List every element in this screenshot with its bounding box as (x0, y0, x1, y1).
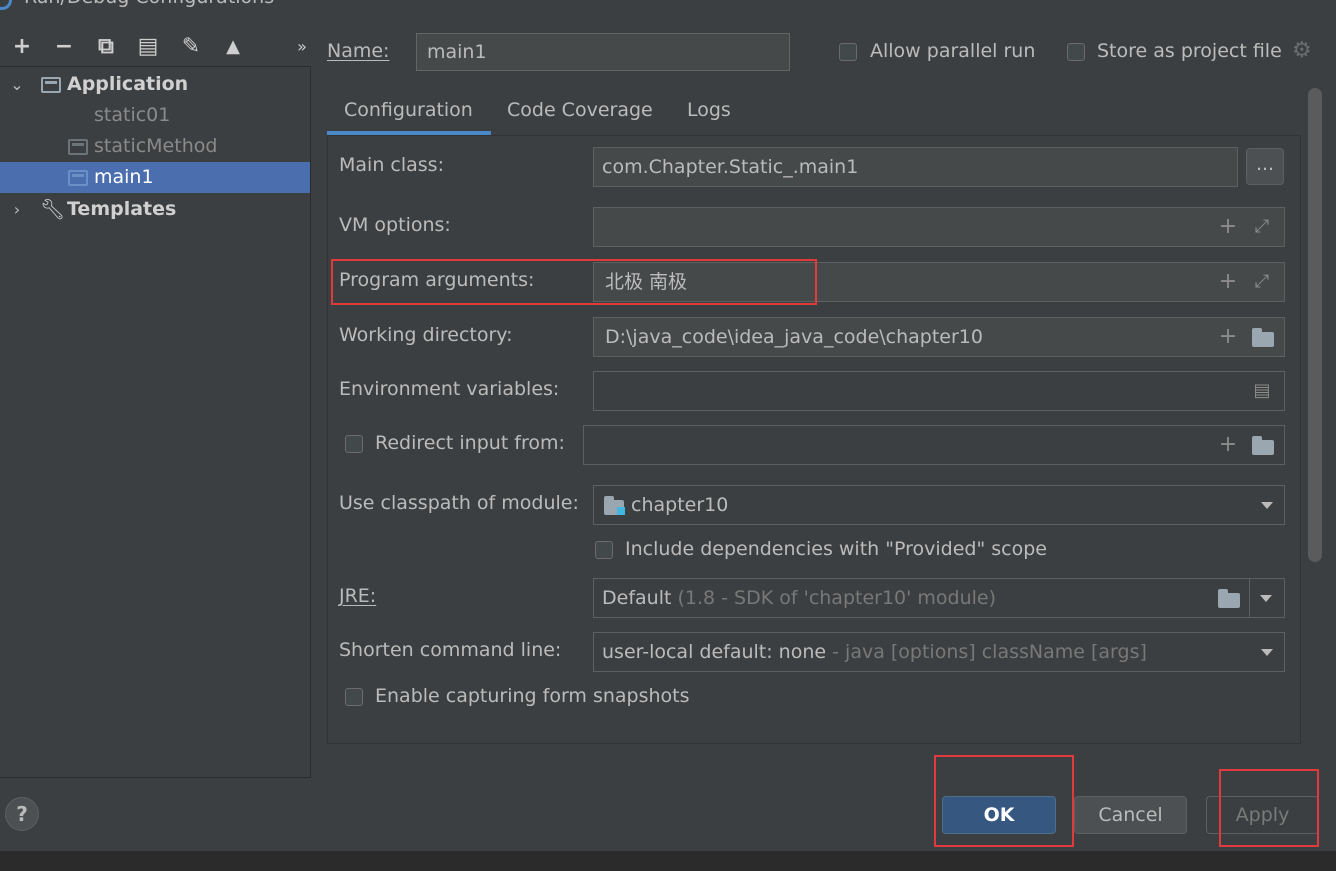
plus-icon[interactable]: + (1216, 263, 1240, 301)
chevron-down-icon[interactable]: ⌄ (10, 69, 24, 100)
remove-icon[interactable]: − (52, 34, 76, 60)
tab-logs[interactable]: Logs (687, 97, 731, 135)
gear-icon[interactable]: ⚙ (1292, 38, 1312, 63)
capture-snapshots-checkbox[interactable] (345, 688, 363, 706)
application-icon (41, 77, 61, 93)
plus-icon[interactable]: + (1216, 208, 1240, 246)
environment-variables-input[interactable]: ▤ (593, 371, 1285, 411)
vm-options-label: VM options: (339, 214, 451, 236)
tab-code-coverage[interactable]: Code Coverage (507, 97, 653, 135)
tree-item-static01[interactable]: static01 (0, 100, 310, 131)
tree-label: staticMethod (94, 135, 218, 157)
allow-parallel-label: Allow parallel run (870, 40, 1036, 62)
move-up-icon[interactable]: ▲ (221, 34, 245, 60)
highlight-ok-button (934, 755, 1074, 847)
tree-item-staticmethod[interactable]: staticMethod (0, 131, 310, 162)
more-icon[interactable]: » (290, 34, 314, 60)
shorten-command-select[interactable]: user-local default: none - java [options… (593, 632, 1285, 672)
copy-icon[interactable]: ⧉ (94, 34, 118, 60)
tree-item-templates[interactable]: › 🔧︎ Templates (0, 194, 310, 225)
chevron-down-icon (1261, 649, 1273, 656)
plus-icon[interactable]: + (1216, 318, 1240, 356)
app-logo-icon (0, 0, 12, 10)
jre-dropdown-button[interactable] (1249, 578, 1285, 618)
tab-configuration[interactable]: Configuration (344, 97, 473, 135)
include-dependencies-checkbox[interactable] (595, 541, 613, 559)
working-directory-label: Working directory: (339, 324, 513, 346)
working-directory-input[interactable]: D:\java_code\idea_java_code\chapter10 + (593, 317, 1285, 357)
jre-hint: (1.8 - SDK of 'chapter10' module) (677, 587, 997, 609)
wrench-icon: 🔧︎ (40, 197, 66, 221)
main-class-input[interactable]: com.Chapter.Static_.main1 (593, 147, 1238, 187)
chevron-down-icon (1260, 595, 1272, 602)
capture-snapshots-label: Enable capturing form snapshots (375, 685, 690, 707)
tree-label-templates: Templates (67, 198, 177, 220)
folder-icon[interactable] (1252, 328, 1274, 347)
classpath-module-value: chapter10 (631, 494, 729, 516)
folder-icon[interactable] (1218, 589, 1240, 608)
cancel-button[interactable]: Cancel (1074, 796, 1187, 834)
add-icon[interactable]: + (10, 34, 34, 60)
highlight-program-arguments (331, 259, 817, 305)
scrollbar[interactable] (1308, 88, 1322, 562)
redirect-input-label: Redirect input from: (375, 432, 565, 454)
name-label: Name: (327, 40, 390, 62)
environment-variables-label: Environment variables: (339, 378, 560, 400)
shorten-command-value: user-local default: none (602, 641, 827, 663)
highlight-apply-button (1219, 769, 1319, 847)
tree-label: static01 (94, 104, 171, 126)
tree-label-application: Application (67, 73, 189, 95)
expand-icon[interactable]: ⤢ (1250, 208, 1274, 246)
store-project-label: Store as project file (1097, 40, 1282, 62)
redirect-input-checkbox[interactable] (345, 435, 363, 453)
classpath-module-select[interactable]: chapter10 (593, 485, 1285, 525)
name-input[interactable]: main1 (416, 33, 790, 71)
store-project-checkbox[interactable] (1067, 43, 1085, 61)
document-icon[interactable]: ▤ (1250, 372, 1274, 410)
classpath-module-label: Use classpath of module: (339, 492, 579, 514)
title-bar: Run/Debug Configurations (0, 0, 1336, 10)
help-button[interactable]: ? (5, 797, 39, 831)
plus-icon[interactable]: + (1216, 426, 1240, 464)
browse-main-class-button[interactable]: ... (1246, 148, 1284, 185)
shorten-command-hint: - java [options] className [args] (832, 641, 1147, 663)
expand-icon[interactable]: ⤢ (1250, 263, 1274, 301)
jre-label: JRE: (339, 585, 377, 607)
chevron-down-icon[interactable] (1261, 502, 1273, 509)
redirect-input-field[interactable]: + (583, 425, 1285, 465)
allow-parallel-checkbox[interactable] (839, 43, 857, 61)
application-icon (68, 139, 88, 155)
module-badge-icon (617, 507, 625, 515)
jre-input[interactable]: Default (1.8 - SDK of 'chapter10' module… (593, 578, 1250, 618)
tree-item-main1[interactable]: main1 (0, 162, 310, 193)
application-icon (68, 170, 88, 186)
include-dependencies-label: Include dependencies with "Provided" sco… (625, 538, 1047, 560)
folder-icon[interactable] (1252, 436, 1274, 455)
save-icon[interactable]: ▤ (136, 34, 160, 60)
shorten-command-label: Shorten command line: (339, 639, 562, 661)
bottom-strip (0, 851, 1336, 871)
wrench-icon[interactable]: ✎ (179, 34, 203, 60)
working-directory-value: D:\java_code\idea_java_code\chapter10 (605, 326, 983, 348)
tree-item-application[interactable]: ⌄ Application (0, 69, 310, 100)
chevron-right-icon[interactable]: › (10, 194, 24, 225)
main-class-label: Main class: (339, 154, 444, 176)
tree-label: main1 (94, 166, 154, 188)
vm-options-input[interactable]: + ⤢ (593, 207, 1285, 247)
window-title: Run/Debug Configurations (24, 0, 274, 8)
jre-value: Default (602, 587, 672, 609)
